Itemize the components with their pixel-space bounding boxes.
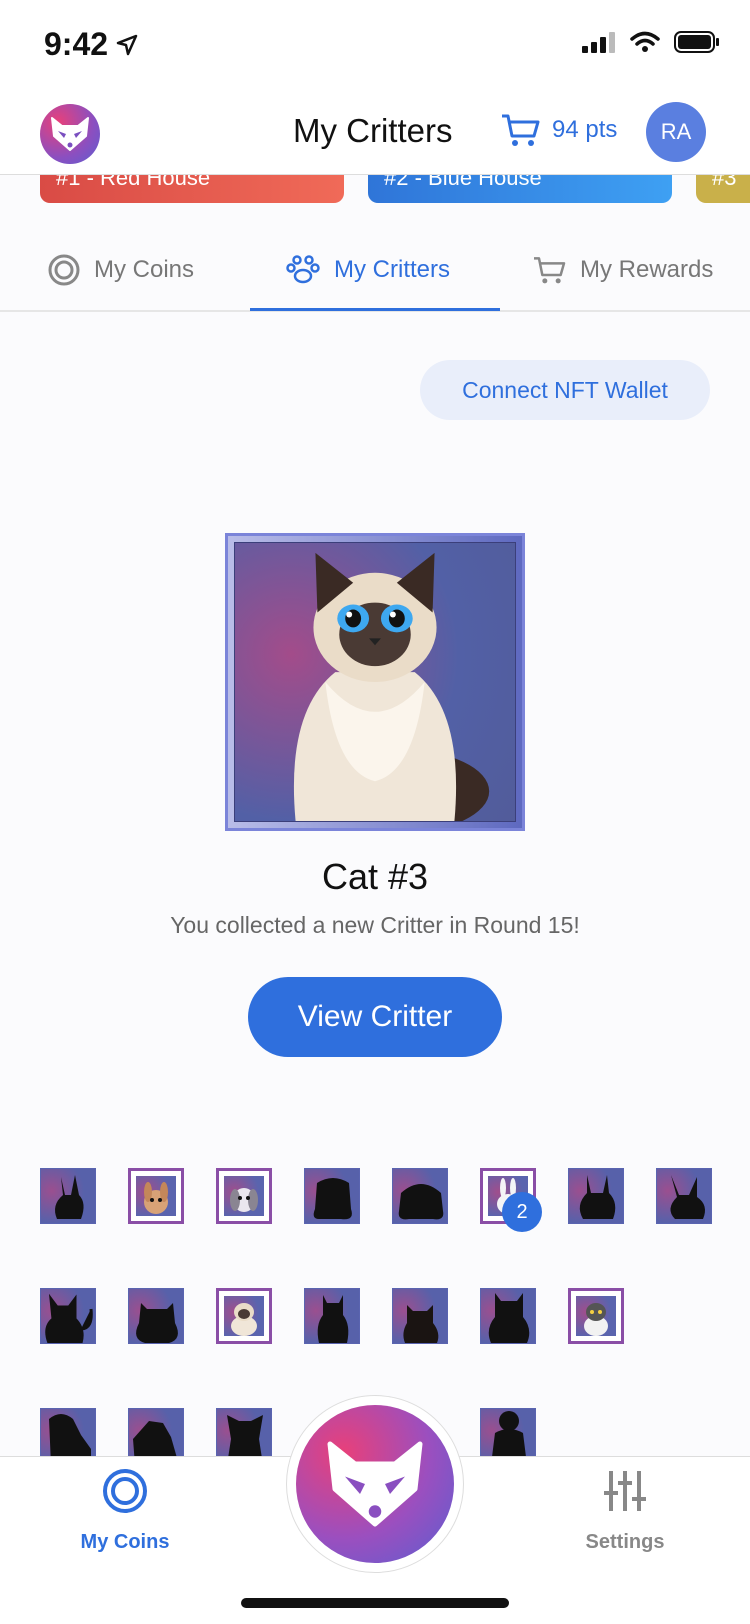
critter-silhouette-cat-4[interactable] xyxy=(392,1288,448,1344)
cart-icon xyxy=(502,114,540,146)
critter-silhouette-cat-2[interactable] xyxy=(128,1288,184,1344)
points-button[interactable]: 94 pts xyxy=(500,112,617,148)
home-indicator xyxy=(241,1598,509,1608)
critter-subtitle: You collected a new Critter in Round 15! xyxy=(170,912,580,938)
critter-silhouette-dog-3[interactable] xyxy=(216,1408,272,1460)
siamese-cat-thumb-image xyxy=(224,1296,264,1336)
house-card-yellow[interactable]: #3 xyxy=(696,175,750,203)
house-label: #2 - Blue House xyxy=(384,175,542,190)
status-bar: 9:42 xyxy=(0,0,750,90)
signal-icon xyxy=(582,32,615,53)
cat-silhouette-icon xyxy=(403,1305,439,1343)
critter-silhouette-lop[interactable] xyxy=(304,1168,360,1224)
critter-silhouette-cat-3[interactable] xyxy=(304,1288,360,1344)
coin-ring-icon xyxy=(103,1469,147,1513)
house-card-blue[interactable]: #2 - Blue House xyxy=(368,175,672,203)
nav-label: Settings xyxy=(585,1531,665,1553)
nav-label: My Coins xyxy=(80,1531,170,1553)
cat-silhouette-icon xyxy=(488,1293,530,1343)
view-critter-button[interactable]: View Critter xyxy=(248,977,502,1057)
avatar[interactable]: RA xyxy=(646,102,706,162)
critter-owned-lop-rabbit[interactable] xyxy=(216,1168,272,1224)
critter-owned-siamese-cat[interactable] xyxy=(216,1288,272,1344)
rabbit-thumb-image xyxy=(136,1176,176,1216)
critter-silhouette-cat-5[interactable] xyxy=(480,1288,536,1344)
clock-text: 9:42 xyxy=(44,26,109,62)
duplicate-count-badge: 2 xyxy=(502,1192,542,1232)
tab-my-coins[interactable]: My Coins xyxy=(48,228,194,312)
cat-silhouette-icon xyxy=(45,1293,93,1343)
dog-silhouette-icon xyxy=(49,1414,91,1460)
coin-ring-icon xyxy=(48,254,80,286)
battery-icon xyxy=(674,31,719,53)
raccoon-logo-icon xyxy=(327,1441,423,1527)
lop-rabbit-thumb-image xyxy=(224,1176,264,1216)
lop-silhouette-icon xyxy=(313,1178,352,1220)
houses-strip[interactable]: #1 - Red House #2 - Blue House #3 xyxy=(0,175,750,205)
critter-home-logo xyxy=(296,1405,454,1563)
nav-my-coins[interactable]: My Coins xyxy=(50,1467,200,1554)
cat-silhouette-icon xyxy=(136,1303,178,1343)
critter-silhouette-dog-2[interactable] xyxy=(128,1408,184,1460)
cat-silhouette-icon xyxy=(317,1295,349,1343)
lop-silhouette-icon xyxy=(398,1184,444,1220)
tab-bar: My Coins My Critters My Rewards xyxy=(0,228,750,312)
nav-settings[interactable]: Settings xyxy=(550,1467,700,1554)
page-title: My Critters xyxy=(293,112,453,149)
tuxedo-cat-thumb-image xyxy=(576,1296,616,1336)
critter-owned-rabbit[interactable] xyxy=(128,1168,184,1224)
featured-critter-card[interactable] xyxy=(225,533,525,831)
house-label: #1 - Red House xyxy=(56,175,211,190)
dog-silhouette-icon xyxy=(227,1415,263,1460)
app-header: My Critters 94 pts RA xyxy=(0,90,750,175)
rabbit-silhouette-icon xyxy=(55,1175,84,1219)
critter-silhouette-lop-2[interactable] xyxy=(392,1168,448,1224)
critter-silhouette-rabbit-2[interactable] xyxy=(568,1168,624,1224)
raccoon-logo-icon xyxy=(51,117,89,151)
house-card-red[interactable]: #1 - Red House xyxy=(40,175,344,203)
rabbit-silhouette-icon xyxy=(579,1175,616,1219)
critter-home-button[interactable] xyxy=(286,1395,464,1573)
status-time: 9:42 xyxy=(44,26,138,63)
critter-name: Cat #3 xyxy=(321,856,429,897)
app-logo[interactable] xyxy=(40,104,100,164)
tab-label: My Rewards xyxy=(580,256,714,283)
tab-label: My Coins xyxy=(94,256,195,283)
poodle-silhouette-icon xyxy=(491,1411,527,1460)
critter-silhouette-cat[interactable] xyxy=(40,1288,96,1344)
wifi-icon xyxy=(630,31,660,52)
dog-silhouette-icon xyxy=(133,1421,178,1460)
critter-silhouette-dog-4[interactable] xyxy=(480,1408,536,1460)
tab-my-critters[interactable]: My Critters xyxy=(286,228,450,312)
critter-owned-tuxedo-cat[interactable] xyxy=(568,1288,624,1344)
points-label: 94 pts xyxy=(552,116,618,143)
connect-nft-wallet-button[interactable]: Connect NFT Wallet xyxy=(420,360,710,420)
critter-silhouette-dog[interactable] xyxy=(40,1408,96,1460)
tab-my-rewards[interactable]: My Rewards xyxy=(532,228,713,312)
cat-illustration-icon xyxy=(293,552,490,821)
critter-silhouette-rabbit[interactable] xyxy=(40,1168,96,1224)
house-label: #3 xyxy=(712,175,737,190)
active-tab-indicator xyxy=(250,308,500,311)
tab-label: My Critters xyxy=(334,256,450,283)
featured-critter-image xyxy=(234,542,516,822)
location-arrow-icon xyxy=(116,34,138,55)
paw-icon xyxy=(286,255,320,284)
rabbit-silhouette-icon xyxy=(670,1175,705,1219)
cart-icon xyxy=(534,257,566,284)
sliders-icon xyxy=(604,1471,646,1511)
critter-silhouette-rabbit-3[interactable] xyxy=(656,1168,712,1224)
